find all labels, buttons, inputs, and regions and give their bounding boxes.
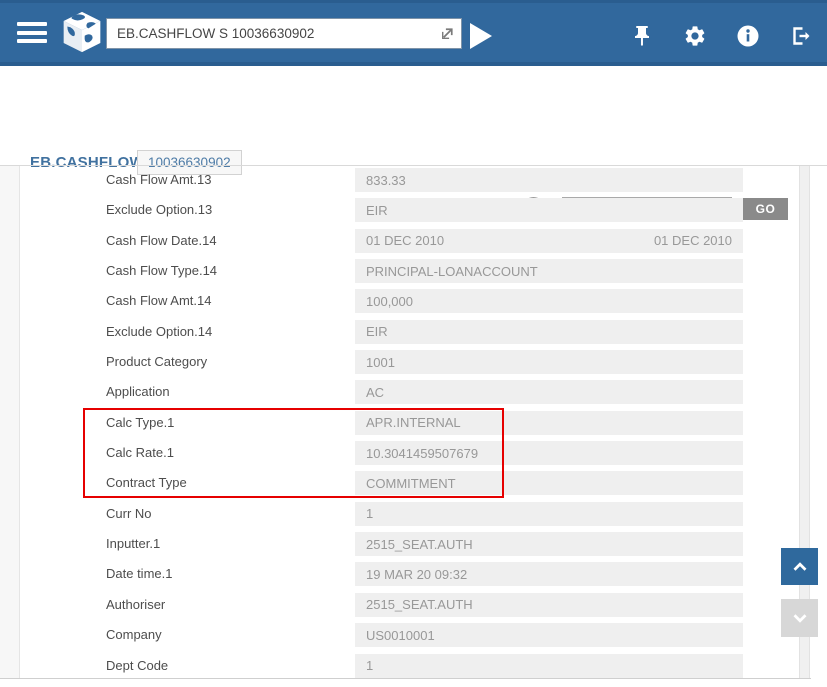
field-value-text: EIR [366,324,388,339]
header-divider [0,165,827,166]
field-label: Cash Flow Type.14 [106,259,217,283]
field-row: Inputter.1 2515_SEAT.AUTH [0,532,827,556]
content-bottom-border [0,678,811,679]
field-value: US0010001 [355,623,743,647]
field-row: Cash Flow Date.14 01 DEC 2010 01 DEC 201… [0,229,827,253]
field-value-text: 10.3041459507679 [366,446,478,461]
page-header: EB.CASHFLOW 10036630902 ? - Please Selec… [0,66,827,165]
field-row: Curr No 1 [0,502,827,526]
field-row: Authoriser 2515_SEAT.AUTH [0,593,827,617]
pin-icon[interactable] [630,24,654,48]
menu-icon[interactable] [17,22,47,45]
field-row: Calc Rate.1 10.3041459507679 [0,441,827,465]
field-row: Dept Code 1 [0,654,827,678]
field-label: Company [106,623,162,647]
field-value-text: 2515_SEAT.AUTH [366,597,473,612]
info-icon[interactable] [736,24,760,48]
field-value-text: 833.33 [366,173,406,188]
field-row: Exclude Option.14 EIR [0,320,827,344]
field-row: Cash Flow Amt.14 100,000 [0,289,827,313]
field-label: Inputter.1 [106,532,160,556]
field-label: Authoriser [106,593,165,617]
field-value-text: 1 [366,658,373,673]
field-value: AC [355,380,743,404]
field-value-text: PRINCIPAL-LOANACCOUNT [366,264,538,279]
field-row: Calc Type.1 APR.INTERNAL [0,411,827,435]
field-value-text: 01 DEC 2010 [366,233,444,248]
field-value-text: 19 MAR 20 09:32 [366,567,467,582]
field-row: Exclude Option.13 EIR [0,198,827,222]
scroll-to-top-button[interactable] [781,548,818,585]
field-value: APR.INTERNAL [355,411,743,435]
field-row: Company US0010001 [0,623,827,647]
field-value: 2515_SEAT.AUTH [355,593,743,617]
gear-icon[interactable] [683,24,707,48]
field-value-text: 100,000 [366,294,413,309]
field-label: Calc Rate.1 [106,441,174,465]
field-value-text: APR.INTERNAL [366,415,461,430]
field-value-text: 2515_SEAT.AUTH [366,537,473,552]
field-label: Contract Type [106,471,187,495]
field-label: Cash Flow Amt.13 [106,168,212,192]
field-row: Application AC [0,380,827,404]
field-label: Product Category [106,350,207,374]
chevron-down-icon [789,607,811,629]
field-row: Contract Type COMMITMENT [0,471,827,495]
field-value-text: COMMITMENT [366,476,456,491]
launch-icon[interactable] [439,25,456,42]
globe-cube-logo-icon[interactable] [60,9,104,55]
field-value: 100,000 [355,289,743,313]
topbar-right-icons [630,24,813,48]
field-label: Exclude Option.13 [106,198,212,222]
field-value: 1 [355,654,743,678]
record-field-list: Cash Flow Amt.13 833.33 Exclude Option.1… [0,168,827,684]
field-label: Dept Code [106,654,168,678]
field-label: Cash Flow Amt.14 [106,289,212,313]
field-value: 833.33 [355,168,743,192]
field-label: Curr No [106,502,152,526]
field-label: Application [106,380,170,404]
field-value: COMMITMENT [355,471,743,495]
field-row: Cash Flow Type.14 PRINCIPAL-LOANACCOUNT [0,259,827,283]
scroll-down-button[interactable] [781,599,818,637]
field-value: 2515_SEAT.AUTH [355,532,743,556]
field-value: 1001 [355,350,743,374]
field-value-text: 1001 [366,355,395,370]
field-value-text: US0010001 [366,628,435,643]
field-label: Cash Flow Date.14 [106,229,217,253]
field-value: EIR [355,198,743,222]
field-value: 10.3041459507679 [355,441,743,465]
field-value: PRINCIPAL-LOANACCOUNT [355,259,743,283]
field-value-text: AC [366,385,384,400]
run-play-icon[interactable] [470,23,492,49]
field-value: 19 MAR 20 09:32 [355,562,743,586]
field-value-secondary: 01 DEC 2010 [654,233,732,248]
command-input[interactable] [106,18,462,49]
field-label: Exclude Option.14 [106,320,212,344]
field-row: Cash Flow Amt.13 833.33 [0,168,827,192]
field-value-text: 1 [366,506,373,521]
field-row: Product Category 1001 [0,350,827,374]
chevron-up-icon [789,556,811,578]
command-line [106,18,462,49]
topbar [0,0,827,66]
field-label: Date time.1 [106,562,172,586]
field-value-text: EIR [366,203,388,218]
field-label: Calc Type.1 [106,411,174,435]
sign-off-icon[interactable] [789,24,813,48]
field-value: EIR [355,320,743,344]
field-row: Date time.1 19 MAR 20 09:32 [0,562,827,586]
field-value: 1 [355,502,743,526]
field-value: 01 DEC 2010 01 DEC 2010 [355,229,743,253]
